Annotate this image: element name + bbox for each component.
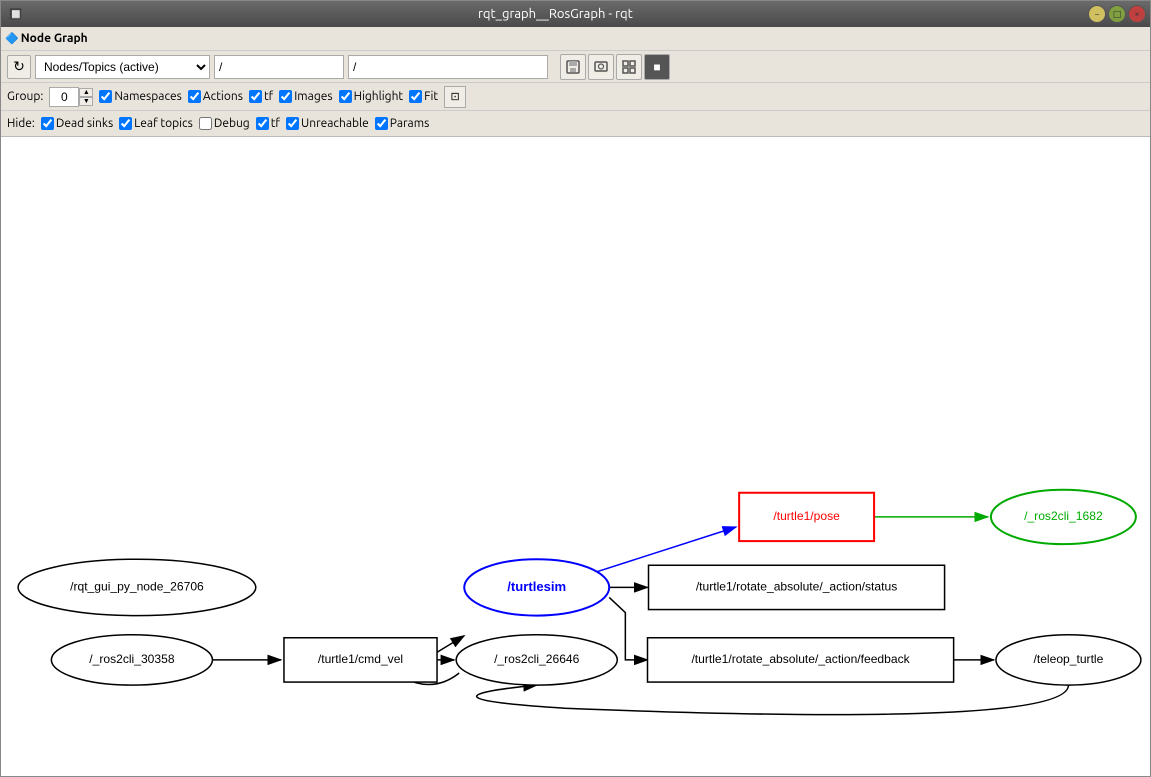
dead-sinks-checkbox[interactable] bbox=[41, 117, 54, 130]
highlight-checkbox[interactable] bbox=[339, 90, 352, 103]
group-input[interactable] bbox=[49, 87, 79, 107]
graph-area[interactable]: /rqt_gui_py_node_26706 /_ros2cli_30358 /… bbox=[1, 137, 1150, 776]
images-label[interactable]: Images bbox=[279, 90, 332, 103]
group-label: Group: bbox=[7, 90, 43, 103]
minimize-button[interactable]: − bbox=[1088, 5, 1106, 23]
spin-down-button[interactable]: ▼ bbox=[79, 97, 93, 106]
namespaces-label[interactable]: Namespaces bbox=[99, 90, 182, 103]
node-ros2cli-26646-label: /_ros2cli_26646 bbox=[494, 652, 580, 666]
hide-tf-label[interactable]: tf bbox=[256, 117, 280, 130]
namespaces-checkbox[interactable] bbox=[99, 90, 112, 103]
leaf-topics-checkbox[interactable] bbox=[119, 117, 132, 130]
app-icon: 🔲 bbox=[1, 8, 23, 21]
node-ros2cli-1682-label: /_ros2cli_1682 bbox=[1024, 509, 1103, 523]
fit-view-button[interactable] bbox=[616, 54, 642, 80]
hide-tf-checkbox[interactable] bbox=[256, 117, 269, 130]
toggle-bg-button[interactable]: ■ bbox=[644, 54, 670, 80]
spin-up-button[interactable]: ▲ bbox=[79, 88, 93, 97]
view-mode-dropdown[interactable]: Nodes/Topics (active) Nodes only Topics … bbox=[35, 55, 210, 79]
app-name-label: Node Graph bbox=[21, 32, 88, 45]
hide-label: Hide: bbox=[7, 117, 35, 130]
node-rqt-gui-label: /rqt_gui_py_node_26706 bbox=[70, 580, 204, 594]
debug-checkbox[interactable] bbox=[199, 117, 212, 130]
dead-sinks-label[interactable]: Dead sinks bbox=[41, 117, 113, 130]
close-button[interactable]: × bbox=[1128, 5, 1146, 23]
hide-row: Hide: Dead sinks Leaf topics Debug tf Un… bbox=[1, 111, 1150, 137]
node-graph-icon: 🔷 bbox=[5, 32, 19, 45]
node-cmd-vel-label: /turtle1/cmd_vel bbox=[318, 652, 403, 666]
spin-buttons: ▲ ▼ bbox=[79, 88, 93, 106]
leaf-topics-label[interactable]: Leaf topics bbox=[119, 117, 193, 130]
toolbar: ↻ Nodes/Topics (active) Nodes only Topic… bbox=[1, 51, 1150, 83]
node-rotate-feedback-label: /turtle1/rotate_absolute/_action/feedbac… bbox=[691, 652, 910, 666]
main-window: 🔲 rqt_graph__RosGraph - rqt − □ × 🔷 Node… bbox=[0, 0, 1151, 777]
titlebar: 🔲 rqt_graph__RosGraph - rqt − □ × bbox=[1, 1, 1150, 27]
fit-icon-button[interactable]: ⊡ bbox=[444, 86, 466, 108]
actions-checkbox[interactable] bbox=[188, 90, 201, 103]
node-pose-label: /turtle1/pose bbox=[773, 509, 840, 523]
node-turtlesim-label: /turtlesim bbox=[507, 579, 566, 594]
filter2-input[interactable] bbox=[348, 55, 548, 79]
tf-label[interactable]: tf bbox=[249, 90, 273, 103]
fit-label[interactable]: Fit bbox=[409, 90, 438, 103]
graph-svg: /rqt_gui_py_node_26706 /_ros2cli_30358 /… bbox=[1, 137, 1150, 776]
actions-label[interactable]: Actions bbox=[188, 90, 243, 103]
refresh-button[interactable]: ↻ bbox=[7, 55, 31, 79]
fit-checkbox[interactable] bbox=[409, 90, 422, 103]
unreachable-checkbox[interactable] bbox=[286, 117, 299, 130]
edge-turtlesim-rotatefeedback bbox=[609, 597, 647, 659]
debug-label[interactable]: Debug bbox=[199, 117, 250, 130]
group-spinner[interactable]: ▲ ▼ bbox=[49, 87, 93, 107]
window-title: rqt_graph__RosGraph - rqt bbox=[23, 7, 1088, 21]
save-button[interactable] bbox=[560, 54, 586, 80]
highlight-label[interactable]: Highlight bbox=[339, 90, 404, 103]
params-checkbox[interactable] bbox=[375, 117, 388, 130]
params-label[interactable]: Params bbox=[375, 117, 430, 130]
node-rotate-status-label: /turtle1/rotate_absolute/_action/status bbox=[696, 580, 897, 594]
unreachable-label[interactable]: Unreachable bbox=[286, 117, 369, 130]
edge-cmdvel-turtlesim bbox=[436, 636, 464, 653]
maximize-button[interactable]: □ bbox=[1108, 5, 1126, 23]
filter1-input[interactable] bbox=[214, 55, 344, 79]
screenshot-button[interactable] bbox=[588, 54, 614, 80]
edge-teleop-ros2cli26646 bbox=[477, 685, 1069, 715]
node-ros2cli-30358-label: /_ros2cli_30358 bbox=[89, 652, 175, 666]
node-teleop-turtle-label: /teleop_turtle bbox=[1034, 652, 1104, 666]
toolbar-icons: ■ bbox=[560, 54, 670, 80]
tf-checkbox[interactable] bbox=[249, 90, 262, 103]
window-controls: − □ × bbox=[1088, 5, 1150, 23]
controls-row: Group: ▲ ▼ Namespaces Actions tf Images … bbox=[1, 83, 1150, 111]
images-checkbox[interactable] bbox=[279, 90, 292, 103]
menubar: 🔷 Node Graph bbox=[1, 27, 1150, 51]
